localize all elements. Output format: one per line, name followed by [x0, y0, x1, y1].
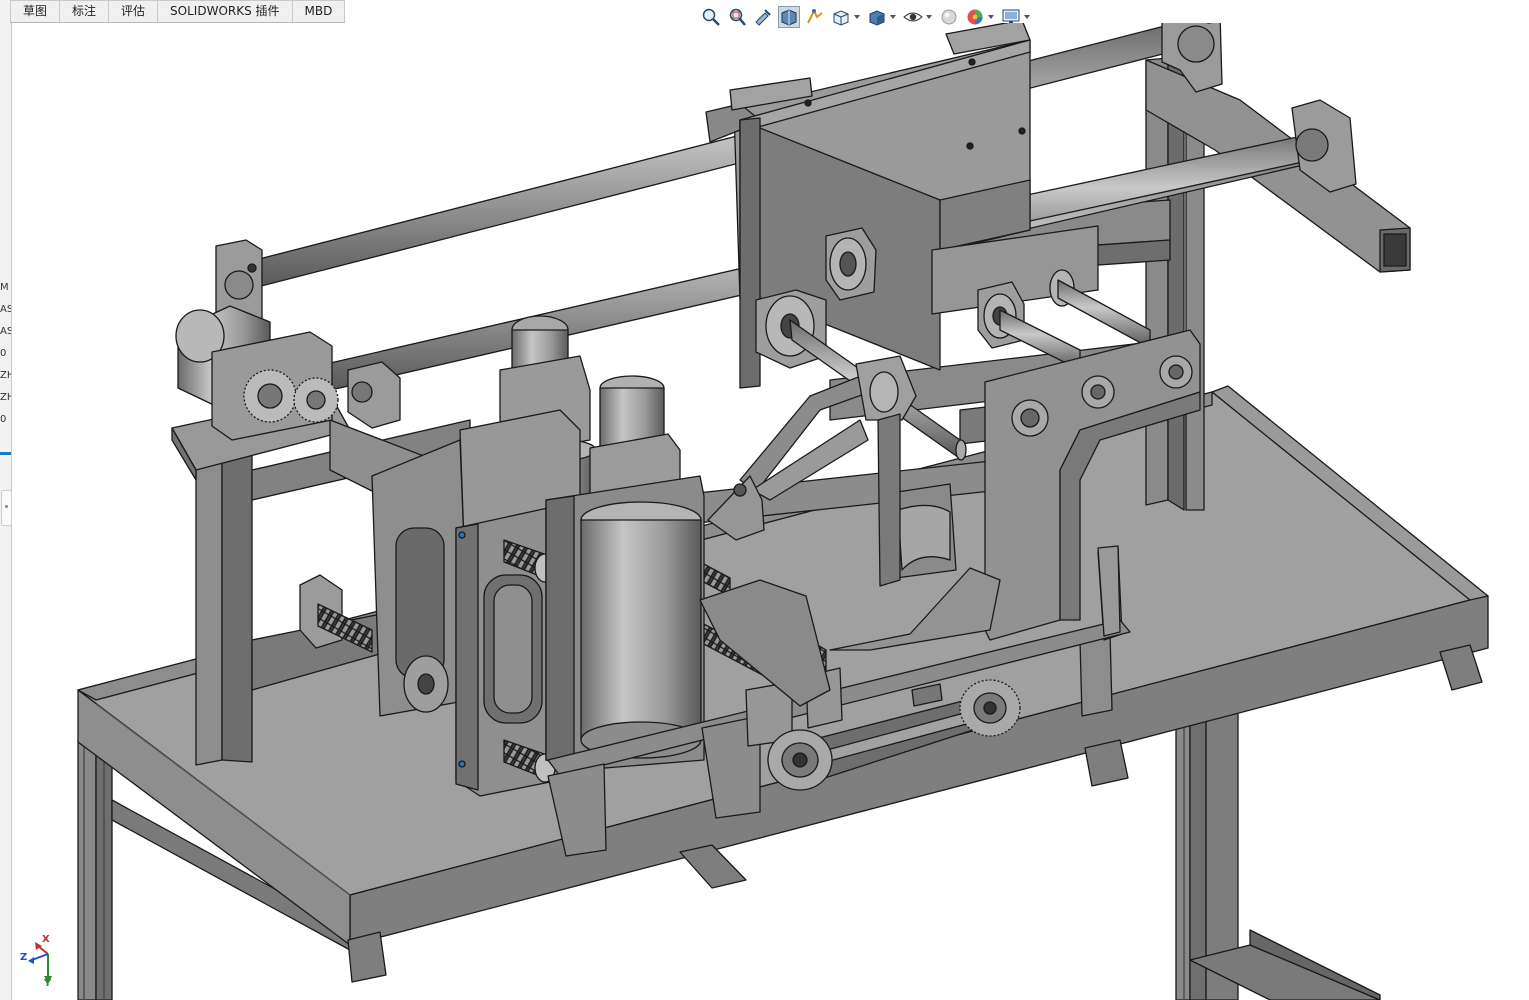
axis-y-label: Y: [44, 978, 52, 989]
graphics-area[interactable]: [12, 23, 1529, 1000]
tab-mbd[interactable]: MBD: [292, 0, 346, 22]
panel-item[interactable]: 0: [0, 414, 11, 426]
machine-assembly-model[interactable]: [12, 23, 1529, 1000]
chevron-down-icon[interactable]: [854, 15, 860, 19]
flange-front: [403, 655, 449, 713]
command-manager-tabs: 草图 标注 评估 SOLIDWORKS 插件 MBD: [10, 0, 346, 23]
tab-evaluate[interactable]: 评估: [109, 0, 159, 22]
chevron-down-icon[interactable]: [1024, 15, 1030, 19]
tab-sketch[interactable]: 草图: [10, 0, 61, 22]
view-triad: X Y Z: [18, 930, 68, 990]
chevron-down-icon[interactable]: [890, 15, 896, 19]
panel-item[interactable]: ZH: [0, 370, 11, 382]
panel-active-indicator: [0, 452, 11, 455]
axis-z-label: Z: [20, 952, 28, 963]
axis-x-label: X: [42, 934, 50, 945]
feature-manager-panel: M AS AS 0 ZH ZH 0: [0, 0, 12, 1000]
chevron-down-icon[interactable]: [926, 15, 932, 19]
gear-motor: [175, 305, 339, 441]
chevron-down-icon[interactable]: [988, 15, 994, 19]
tab-solidworks-addins[interactable]: SOLIDWORKS 插件: [158, 0, 293, 22]
panel-item[interactable]: ZH: [0, 392, 11, 404]
tab-markup[interactable]: 标注: [60, 0, 110, 22]
panel-item[interactable]: AS: [0, 326, 11, 338]
panel-item[interactable]: AS: [0, 304, 11, 316]
panel-splitter-handle[interactable]: [1, 490, 12, 526]
panel-item[interactable]: 0: [0, 348, 11, 360]
panel-item[interactable]: M: [0, 282, 11, 294]
